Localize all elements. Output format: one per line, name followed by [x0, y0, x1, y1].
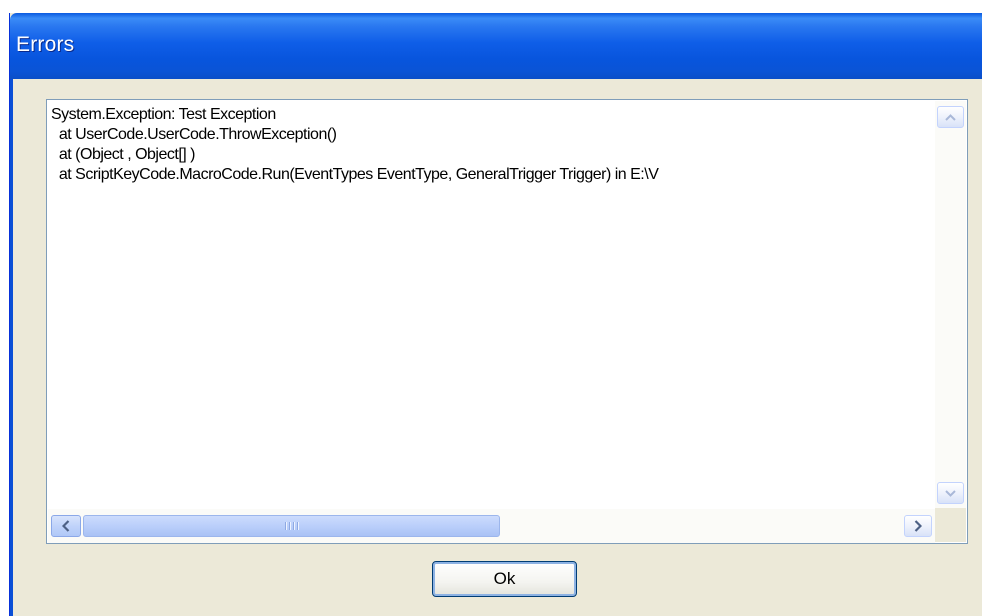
scroll-down-button[interactable] — [937, 482, 964, 504]
error-text-box[interactable]: System.Exception: Test Exception at User… — [46, 99, 968, 544]
chevron-down-icon — [945, 489, 956, 497]
error-line: System.Exception: Test Exception — [51, 106, 276, 123]
scroll-left-button[interactable] — [51, 515, 81, 537]
grip-icon — [284, 522, 299, 530]
chevron-up-icon — [945, 113, 956, 121]
error-line: at UserCode.UserCode.ThrowException() — [51, 126, 337, 143]
errors-dialog: Errors System.Exception: Test Exception … — [9, 13, 982, 616]
dialog-body: System.Exception: Test Exception at User… — [10, 79, 982, 616]
scroll-up-button[interactable] — [937, 106, 964, 128]
error-line: at (Object , Object[] ) — [51, 146, 196, 163]
vertical-scrollbar[interactable] — [935, 101, 966, 509]
error-line: at ScriptKeyCode.MacroCode.Run(EventType… — [51, 166, 659, 183]
scrollbar-corner — [935, 508, 966, 542]
scroll-thumb[interactable] — [83, 515, 500, 537]
error-text[interactable]: System.Exception: Test Exception at User… — [51, 105, 931, 507]
chevron-right-icon — [914, 520, 922, 532]
chevron-left-icon — [62, 520, 70, 532]
horizontal-scrollbar[interactable] — [48, 509, 935, 543]
ok-button[interactable]: Ok — [432, 561, 577, 597]
scroll-right-button[interactable] — [904, 515, 932, 537]
window-title: Errors — [16, 33, 75, 56]
title-bar[interactable]: Errors — [10, 13, 982, 79]
